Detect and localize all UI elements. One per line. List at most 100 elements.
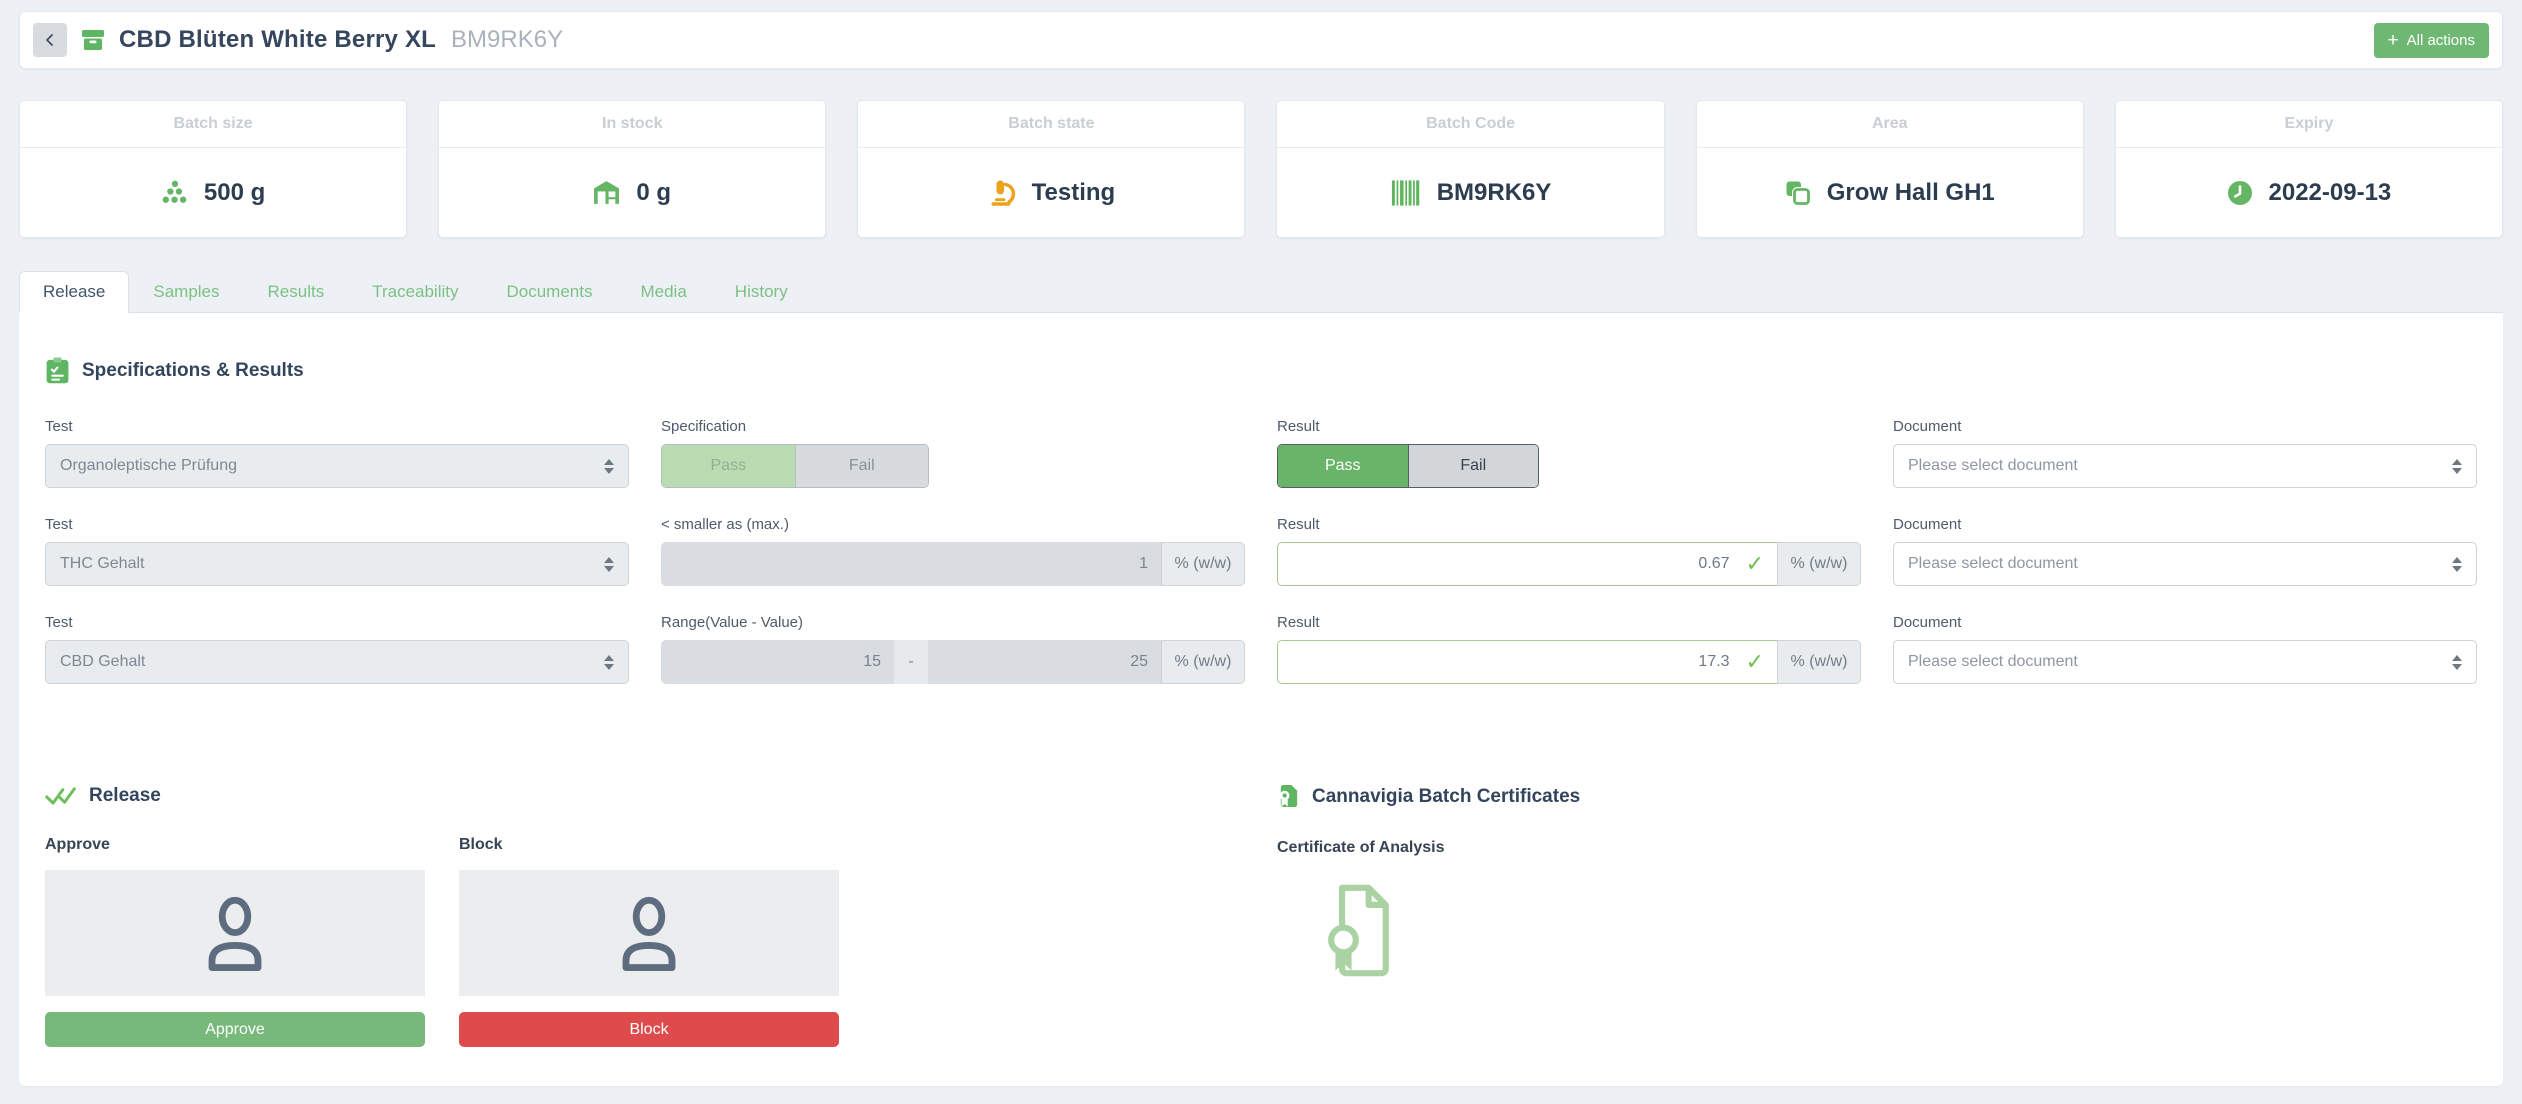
stat-card-label: Expiry <box>2116 101 2502 148</box>
field-label: Result <box>1277 614 1861 631</box>
spec-passfail-toggle: Pass Fail <box>661 444 929 488</box>
approve-column: Approve Approve <box>45 836 425 1047</box>
person-icon <box>199 896 271 971</box>
tab-traceability[interactable]: Traceability <box>348 271 482 313</box>
range-spec-group: 15 - 25 % (w/w) <box>661 640 1245 684</box>
tab-bar: Release Samples Results Traceability Doc… <box>19 271 2503 313</box>
select-carets-icon <box>2452 459 2462 474</box>
stat-cards-row: Batch size 500 g In stock 0 g <box>19 100 2503 238</box>
block-column: Block Block <box>459 836 839 1047</box>
all-actions-button[interactable]: + All actions <box>2374 23 2489 58</box>
fail-option: Fail <box>795 445 929 487</box>
document-field: Document Please select document <box>1893 516 2477 586</box>
certificates-section: Cannavigia Batch Certificates Certificat… <box>1277 784 2477 1047</box>
specifications-heading: Specifications & Results <box>45 357 2477 384</box>
barcode-icon <box>1390 179 1421 207</box>
result-group: 0.67 ✓ % (w/w) <box>1277 542 1861 586</box>
document-select[interactable]: Please select document <box>1893 542 2477 586</box>
certificate-of-analysis-icon[interactable] <box>1325 883 1399 983</box>
tab-samples[interactable]: Samples <box>129 271 243 313</box>
page: CBD Blüten White Berry XL BM9RK6Y + All … <box>0 0 2522 1086</box>
stat-card-value: 500 g <box>204 179 265 207</box>
bottom-section: Release Approve Approve <box>45 784 2477 1047</box>
check-icon: ✓ <box>1746 552 1764 577</box>
tab-release[interactable]: Release <box>19 271 129 313</box>
result-field: Result 17.3 ✓ % (w/w) <box>1277 614 1861 684</box>
stat-card-label: In stock <box>439 101 825 148</box>
range-max-input: 25 <box>928 640 1161 684</box>
specification-field: Range(Value - Value) 15 - 25 % (w/w) <box>661 614 1245 684</box>
certificate-small-icon <box>1277 784 1300 809</box>
tab-results[interactable]: Results <box>244 271 349 313</box>
fail-button[interactable]: Fail <box>1408 445 1539 487</box>
field-label: Range(Value - Value) <box>661 614 1245 631</box>
block-signature-box <box>459 870 839 996</box>
document-select[interactable]: Please select document <box>1893 444 2477 488</box>
test-select: CBD Gehalt <box>45 640 629 684</box>
result-field: Result 0.67 ✓ % (w/w) <box>1277 516 1861 586</box>
section-title: Specifications & Results <box>82 360 304 382</box>
back-chevron-icon <box>42 32 58 48</box>
plus-icon: + <box>2388 31 2399 50</box>
field-label: Document <box>1893 418 2477 435</box>
release-section: Release Approve Approve <box>45 784 1245 1047</box>
range-min-input: 15 <box>661 640 894 684</box>
specification-field: Specification Pass Fail <box>661 418 1245 488</box>
stat-card-area: Area Grow Hall GH1 <box>1696 100 2084 238</box>
range-separator: - <box>894 640 928 684</box>
back-button[interactable] <box>33 23 67 57</box>
stat-card-batch-size: Batch size 500 g <box>19 100 407 238</box>
approve-signature-box <box>45 870 425 996</box>
field-label: Specification <box>661 418 1245 435</box>
tab-history[interactable]: History <box>711 271 812 313</box>
batch-box-icon <box>80 27 106 53</box>
stat-card-expiry: Expiry 2022-09-13 <box>2115 100 2503 238</box>
field-label: Document <box>1893 614 2477 631</box>
approve-label: Approve <box>45 836 425 854</box>
select-carets-icon <box>2452 655 2462 670</box>
check-icon: ✓ <box>1746 650 1764 675</box>
stat-card-value: BM9RK6Y <box>1437 179 1552 207</box>
stat-card-value: Testing <box>1032 179 1116 207</box>
stat-card-label: Batch state <box>858 101 1244 148</box>
test-select: THC Gehalt <box>45 542 629 586</box>
tab-media[interactable]: Media <box>616 271 710 313</box>
pass-button[interactable]: Pass <box>1278 445 1408 487</box>
select-carets-icon <box>2452 557 2462 572</box>
result-input[interactable]: 17.3 ✓ <box>1277 640 1777 684</box>
warehouse-icon <box>593 180 620 205</box>
field-label: Result <box>1277 516 1861 533</box>
result-input[interactable]: 0.67 ✓ <box>1277 542 1777 586</box>
seeds-icon <box>161 180 188 205</box>
max-spec-group: 1 % (w/w) <box>661 542 1245 586</box>
coa-label: Certificate of Analysis <box>1277 839 2477 857</box>
stat-card-batch-code: Batch Code BM9RK6Y <box>1276 100 1664 238</box>
field-label: Test <box>45 516 629 533</box>
clock-icon <box>2227 180 2253 206</box>
document-field: Document Please select document <box>1893 614 2477 684</box>
page-code: BM9RK6Y <box>451 26 563 54</box>
release-tab-panel: Specifications & Results Test Organolept… <box>19 313 2503 1086</box>
unit-addon: % (w/w) <box>1777 542 1861 586</box>
approve-button[interactable]: Approve <box>45 1012 425 1047</box>
stat-card-value: 2022-09-13 <box>2269 179 2392 207</box>
document-field: Document Please select document <box>1893 418 2477 488</box>
select-carets-icon <box>604 459 614 474</box>
unit-addon: % (w/w) <box>1161 542 1245 586</box>
stat-card-in-stock: In stock 0 g <box>438 100 826 238</box>
block-button[interactable]: Block <box>459 1012 839 1047</box>
result-passfail-toggle: Pass Fail <box>1277 444 1539 488</box>
specifications-form: Test Organoleptische Prüfung Specificati… <box>45 418 2477 684</box>
test-field: Test Organoleptische Prüfung <box>45 418 629 488</box>
test-select: Organoleptische Prüfung <box>45 444 629 488</box>
field-label: < smaller as (max.) <box>661 516 1245 533</box>
clipboard-icon <box>45 357 70 384</box>
tab-documents[interactable]: Documents <box>483 271 617 313</box>
area-icon <box>1785 180 1811 206</box>
document-select[interactable]: Please select document <box>1893 640 2477 684</box>
stat-card-value: 0 g <box>636 179 671 207</box>
certificates-heading: Cannavigia Batch Certificates <box>1277 784 2477 809</box>
field-label: Result <box>1277 418 1861 435</box>
select-carets-icon <box>604 655 614 670</box>
unit-addon: % (w/w) <box>1161 640 1245 684</box>
